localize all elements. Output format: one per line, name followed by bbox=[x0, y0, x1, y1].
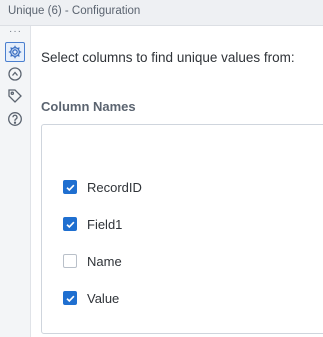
column-label: RecordID bbox=[87, 179, 142, 195]
refresh-icon[interactable] bbox=[5, 64, 25, 84]
overflow-menu-icon[interactable]: ··· bbox=[9, 27, 22, 37]
column-row-name[interactable]: Name bbox=[63, 251, 122, 271]
config-panel: Select columns to find unique values fro… bbox=[31, 26, 323, 337]
gear-icon[interactable] bbox=[5, 42, 25, 62]
tag-icon[interactable] bbox=[5, 86, 25, 106]
checkbox-checked[interactable] bbox=[63, 217, 77, 231]
instruction-text: Select columns to find unique values fro… bbox=[41, 50, 295, 65]
column-label: Name bbox=[87, 253, 122, 269]
column-label: Value bbox=[87, 290, 120, 306]
column-label: Field1 bbox=[87, 216, 123, 232]
window-title: Unique (6) - Configuration bbox=[8, 5, 141, 17]
column-row-recordid[interactable]: RecordID bbox=[63, 177, 142, 197]
checkbox-unchecked[interactable] bbox=[63, 254, 77, 268]
column-list: RecordID Field1 Name Value bbox=[41, 124, 323, 334]
checkbox-checked[interactable] bbox=[63, 180, 77, 194]
checkbox-checked[interactable] bbox=[63, 291, 77, 305]
column-row-field1[interactable]: Field1 bbox=[63, 214, 122, 234]
column-names-heading: Column Names bbox=[41, 99, 136, 114]
config-sidebar: ··· bbox=[0, 26, 31, 337]
help-icon[interactable] bbox=[5, 109, 25, 129]
column-row-value[interactable]: Value bbox=[63, 288, 119, 308]
window-title-bar: Unique (6) - Configuration bbox=[0, 0, 323, 26]
